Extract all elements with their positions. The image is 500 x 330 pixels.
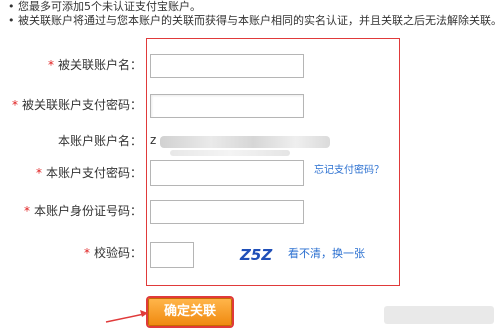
this-account-label: 本账户账户名： — [58, 132, 142, 150]
arrow-pointer-icon — [105, 310, 148, 323]
required-mark: * — [83, 246, 90, 260]
linked-account-input[interactable] — [150, 54, 304, 78]
captcha-text: Z5Z — [239, 246, 273, 264]
linked-account-label: * 被关联账户名： — [48, 56, 142, 74]
linked-pay-password-input[interactable] — [150, 94, 304, 118]
label-text: 校验码： — [93, 246, 142, 260]
confirm-link-button[interactable]: 确定关联 — [148, 298, 232, 326]
notice-text: 被关联账户将通过与您本账户的关联而获得与本账户相同的实名认证，并且关联之后无法解… — [18, 14, 500, 27]
notice-bullet: • — [8, 0, 15, 13]
refresh-captcha-link[interactable]: 看不清，换一张 — [288, 246, 365, 262]
this-pay-password-input[interactable] — [150, 160, 304, 186]
linked-pay-password-label: * 被关联账户支付密码： — [12, 96, 142, 114]
label-text: 本账户身份证号码： — [33, 204, 142, 218]
required-mark: * — [23, 204, 30, 218]
label-text: 本账户账户名： — [57, 134, 142, 148]
notice-item: • 被关联账户将通过与您本账户的关联而获得与本账户相同的实名认证，并且关联之后无法… — [8, 14, 500, 28]
required-mark: * — [47, 58, 54, 72]
forgot-password-link[interactable]: 忘记支付密码？ — [314, 164, 384, 178]
captcha-input[interactable] — [150, 242, 194, 268]
watermark-logo — [384, 306, 494, 324]
this-account-value: z — [150, 133, 157, 147]
redacted-account-blur — [160, 136, 330, 148]
id-number-label: * 本账户身份证号码： — [24, 202, 142, 220]
label-text: 被关联账户名： — [57, 58, 142, 72]
label-text: 本账户支付密码： — [45, 166, 142, 180]
captcha-label: * 校验码： — [84, 244, 142, 262]
captcha-image[interactable]: Z5Z — [238, 244, 282, 264]
notice-item: • 您最多可添加5个未认证支付宝账户。 — [8, 0, 498, 14]
label-text: 被关联账户支付密码： — [21, 98, 142, 112]
notice-text: 您最多可添加5个未认证支付宝账户。 — [18, 0, 201, 13]
id-number-input[interactable] — [150, 200, 304, 224]
notice-bullet: • — [8, 14, 15, 27]
redacted-account-blur — [170, 150, 290, 156]
this-pay-password-label: * 本账户支付密码： — [36, 164, 142, 182]
required-mark: * — [35, 166, 42, 180]
required-mark: * — [11, 98, 18, 112]
